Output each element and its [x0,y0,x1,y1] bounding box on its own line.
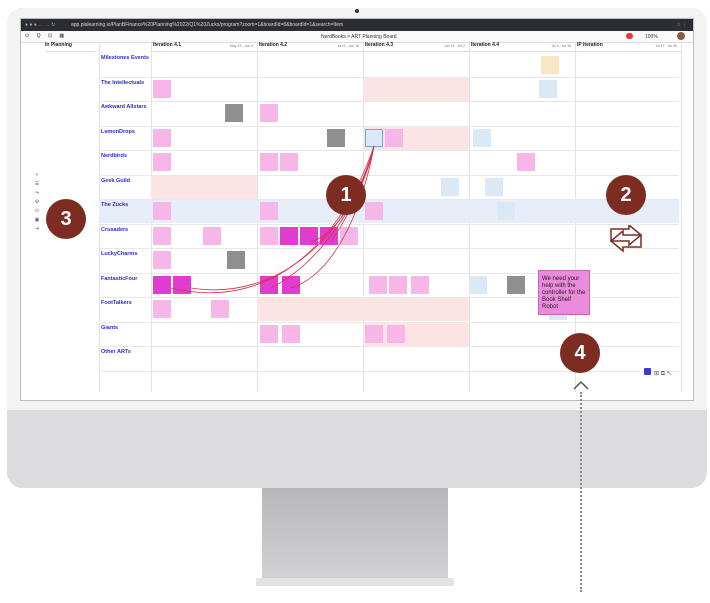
pointer-dotted-line [580,392,582,592]
export-icon[interactable]: ⇥ [33,225,41,234]
callout-2: 2 [606,175,646,215]
view-toolbar: ⊞ ⧉ ↖ [644,368,672,378]
featured-feature-card[interactable]: We need your help with the controller fo… [538,270,590,315]
toolbar-left-icons[interactable]: ⊙ Q ⊡ ▦ [25,33,67,39]
dependency-icon[interactable]: ⤳ [33,189,41,198]
breadcrumb: NerdBooks > ART Planning Board [321,34,397,40]
chevron-up-icon [573,380,589,390]
filter-icon[interactable]: ▣ [33,216,41,225]
swap-arrows-icon [609,225,643,253]
window-controls-icon[interactable]: ● ● ● ← → ↻ [25,22,55,28]
settings-icon[interactable]: ⚙ [33,198,41,207]
monitor-chin [7,410,707,488]
callout-4: 4 [560,333,600,373]
pointer-icon[interactable]: ↖ [667,371,672,377]
browser-menu-icon[interactable]: ☆ ⋮ [676,22,687,28]
camera-dot [355,9,359,13]
address-bar[interactable]: app.pialearning.io/PlanBFinance%20Planni… [71,22,343,28]
monitor-stand [262,488,448,584]
left-toolbar: « ☰ ⤳ ⚙ ⊙ ▣ ⇥ [33,171,41,234]
grid-view-icon[interactable]: ⊞ [654,371,661,377]
record-icon[interactable] [626,33,633,39]
zoom-level[interactable]: 100% [645,34,658,40]
browser-bar: ● ● ● ← → ↻ app.pialearning.io/PlanBFina… [21,19,693,31]
avatar[interactable] [677,32,685,40]
callout-1: 1 [326,175,366,215]
monitor-base [256,578,454,586]
pin-icon[interactable]: ⊙ [33,207,41,216]
list-icon[interactable]: ☰ [33,180,41,189]
collapse-icon[interactable]: « [33,171,41,180]
featured-card-text: We need your help with the controller fo… [542,276,586,310]
callout-3: 3 [46,199,86,239]
board-view-icon[interactable] [644,368,651,375]
